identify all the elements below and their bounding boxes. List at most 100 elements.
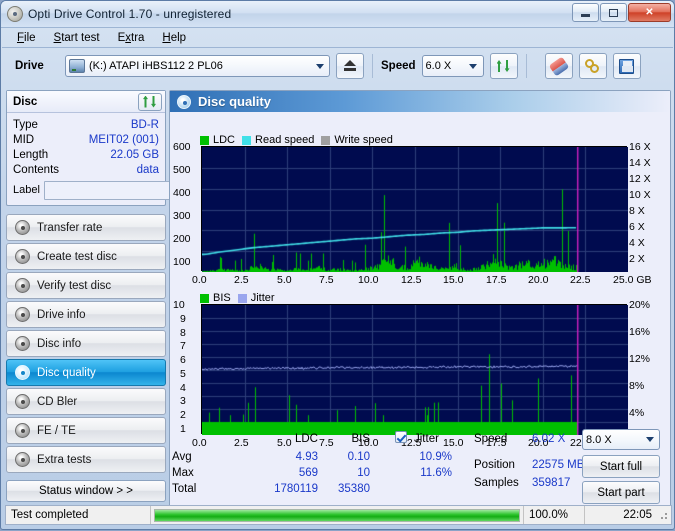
disc-type-value: BD-R — [130, 118, 159, 131]
legend-swatch-jitter — [237, 293, 247, 303]
bot-y2tick-12: 12% — [629, 353, 651, 365]
restore-icon — [609, 8, 618, 17]
maximize-button[interactable] — [600, 3, 627, 22]
disc-panel-header: Disc — [7, 91, 165, 113]
menu-extra[interactable]: Extra — [109, 31, 154, 45]
stats-avg-jitter: 10.9% — [419, 451, 452, 463]
bot-ytick-3: 3 — [180, 395, 186, 407]
sidebar-item-disc-quality[interactable]: Disc quality — [6, 359, 166, 386]
status-window-button[interactable]: Status window > > — [6, 480, 166, 502]
erase-button[interactable] — [544, 53, 573, 79]
top-xtick-25: 25.0 GB — [613, 274, 652, 286]
legend-label-write-speed: Write speed — [334, 134, 393, 146]
top-ytick-100: 100 — [173, 256, 191, 268]
tools-button[interactable] — [578, 53, 607, 79]
sidebar-item-fe-te[interactable]: FE / TE — [6, 417, 166, 444]
top-y2tick-14x: 14 X — [629, 157, 651, 169]
readout-samples-label: Samples — [474, 477, 519, 489]
sidebar-item-extra-tests[interactable]: Extra tests — [6, 446, 166, 473]
top-xtick-20: 20.0 — [528, 274, 549, 286]
disc-icon — [15, 394, 30, 409]
speed-label: Speed — [381, 60, 416, 72]
stats-avg-bis: 0.10 — [347, 451, 370, 463]
window-title: Opti Drive Control 1.70 - unregistered — [28, 7, 232, 21]
sidebar-item-label: FE / TE — [37, 424, 76, 437]
test-speed-value: 8.0 X — [586, 433, 612, 446]
title-bar: Opti Drive Control 1.70 - unregistered ✕ — [1, 1, 674, 28]
disc-label-caption: Label — [13, 184, 40, 196]
top-xtick-17.5: 17.5 — [486, 274, 507, 286]
speed-select[interactable]: 6.0 X — [421, 55, 484, 77]
stats-max-ldc: 569 — [298, 467, 318, 479]
progress-bar — [154, 508, 520, 522]
readout-speed-value: 6.02 X — [532, 433, 566, 445]
top-y2tick-6x: 6 X — [629, 221, 645, 233]
readout-position-label: Position — [474, 459, 515, 471]
menu-file[interactable]: FFileile — [8, 31, 45, 45]
chevron-down-icon — [642, 431, 657, 449]
top-chart-plot — [201, 146, 628, 272]
disc-label-row: Label — [13, 180, 213, 200]
chevron-down-icon — [466, 57, 481, 75]
drive-select[interactable]: (K:) ATAPI iHBS112 2 PL06 — [65, 55, 330, 77]
top-xtick-22.5: 22.5 — [570, 274, 591, 286]
bot-y2tick-4: 4% — [629, 407, 645, 419]
menu-help[interactable]: Help — [153, 31, 195, 45]
top-xtick-7.5: 7.5 — [319, 274, 334, 286]
top-ytick-400: 400 — [173, 187, 191, 199]
application-window: Opti Drive Control 1.70 - unregistered ✕… — [0, 0, 675, 530]
readout-speed-label: Speed — [474, 433, 508, 445]
disc-refresh-button[interactable] — [138, 92, 162, 111]
resize-grip-icon[interactable] — [657, 509, 669, 521]
top-xtick-10: 10.0 — [358, 274, 379, 286]
legend-swatch-read-speed — [242, 135, 252, 145]
chevron-down-icon — [312, 57, 327, 75]
start-full-button[interactable]: Start full — [582, 455, 660, 478]
bot-y2tick-8: 8% — [629, 380, 645, 392]
disc-quality-header: Disc quality — [170, 91, 670, 112]
disc-mid-label: MID — [13, 133, 35, 146]
refresh-button[interactable] — [489, 53, 518, 79]
disc-icon — [177, 94, 191, 109]
legend-label-bis: BIS — [213, 292, 231, 304]
disc-contents-label: Contents — [13, 163, 60, 176]
bot-ytick-5: 5 — [180, 368, 186, 380]
eject-button[interactable] — [336, 53, 364, 79]
legend-label-ldc: LDC — [213, 134, 236, 146]
top-ytick-500: 500 — [173, 164, 191, 176]
bot-ytick-8: 8 — [180, 327, 186, 339]
speed-select-value: 6.0 X — [425, 60, 452, 72]
drive-icon — [69, 59, 85, 73]
disc-row-length: Length 22.05 GB — [13, 147, 159, 162]
sidebar-item-drive-info[interactable]: Drive info — [6, 301, 166, 328]
save-button[interactable] — [612, 53, 641, 79]
sidebar-item-transfer-rate[interactable]: Transfer rate — [6, 214, 166, 241]
legend-label-read-speed: Read speed — [255, 134, 315, 146]
bot-xtick-15: 15.0 — [443, 437, 464, 449]
sidebar-item-disc-info[interactable]: Disc info — [6, 330, 166, 357]
test-speed-select[interactable]: 8.0 X — [582, 429, 660, 450]
start-part-button[interactable]: Start part — [582, 481, 660, 504]
disc-length-label: Length — [13, 148, 49, 161]
eraser-icon — [548, 56, 569, 76]
menu-start-test[interactable]: Start test — [45, 31, 109, 45]
close-button[interactable]: ✕ — [628, 3, 671, 22]
disc-contents-value: data — [136, 163, 159, 176]
refresh-icon — [142, 95, 158, 109]
disc-quality-panel: Disc quality LDC Read speed Write speed … — [169, 90, 671, 516]
minimize-button[interactable] — [572, 3, 599, 22]
close-icon: ✕ — [645, 7, 654, 18]
top-xtick-12.5: 12.5 — [401, 274, 422, 286]
jitter-checkbox[interactable] — [395, 431, 407, 444]
sidebar-item-cd-bler[interactable]: CD Bler — [6, 388, 166, 415]
sidebar-nav: Transfer rate Create test disc Verify te… — [6, 214, 166, 473]
stats-row-label-total: Total — [172, 483, 197, 495]
bot-ytick-9: 9 — [180, 313, 186, 325]
eject-icon — [344, 60, 356, 72]
sidebar-item-verify-test-disc[interactable]: Verify test disc — [6, 272, 166, 299]
bot-ytick-4: 4 — [180, 382, 186, 394]
sidebar-item-create-test-disc[interactable]: Create test disc — [6, 243, 166, 270]
bot-ytick-6: 6 — [180, 354, 186, 366]
disc-icon — [15, 365, 30, 380]
top-xtick-15: 15.0 — [443, 274, 464, 286]
